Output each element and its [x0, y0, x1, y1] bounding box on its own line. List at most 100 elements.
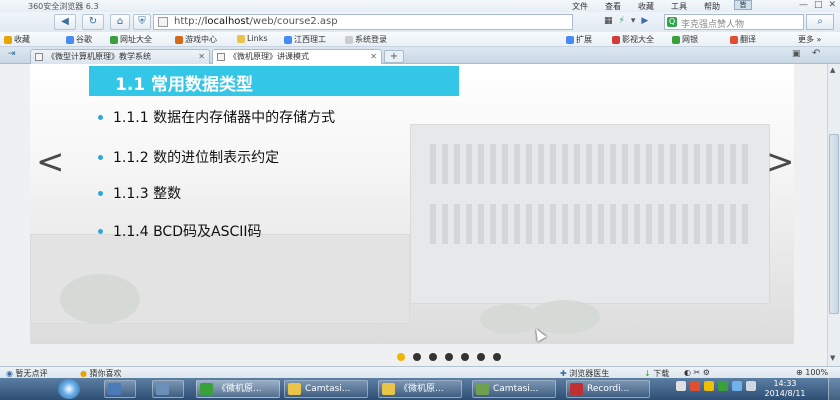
- slide-item-3[interactable]: 1.1.3 整数: [98, 183, 181, 203]
- taskbar-item-folder[interactable]: 《微机原...: [378, 380, 462, 398]
- heart-icon: ●: [80, 369, 87, 378]
- speed-mode-icon[interactable]: ⚡: [619, 16, 625, 26]
- tray-icon[interactable]: [676, 381, 686, 391]
- tab-lecture-mode[interactable]: 《微机原理》讲课模式 ✕: [212, 49, 382, 64]
- search-input[interactable]: Q 李克强点赞人物: [664, 14, 804, 30]
- vertical-scrollbar[interactable]: ▲ ▼: [827, 64, 840, 366]
- navigation-toolbar: ◀ ↻ ⌂ ⛨ http://localhost/web/course2.asp…: [0, 12, 840, 32]
- slide-item-4[interactable]: 1.1.4 BCD码及ASCII码: [98, 221, 261, 241]
- tab-teaching-system[interactable]: 《微型计算机原理》教学系统 ✕: [30, 49, 210, 64]
- bookmark-label: Links: [247, 34, 268, 43]
- bookmark-bank[interactable]: 网银: [672, 34, 698, 45]
- settings-icon[interactable]: ⚙: [703, 368, 710, 377]
- bookmark-jxust[interactable]: 江西理工: [284, 34, 326, 45]
- slide-dot[interactable]: [429, 353, 437, 361]
- back-arrow-icon: ◀: [61, 16, 69, 27]
- url-text: http://localhost/web/course2.asp: [174, 16, 338, 27]
- tray-icon[interactable]: [704, 381, 714, 391]
- scroll-up-icon[interactable]: ▲: [830, 66, 835, 74]
- bookmark-extensions[interactable]: 扩展: [566, 34, 592, 45]
- skin-button[interactable]: 皆: [734, 0, 752, 10]
- show-desktop-button[interactable]: [828, 378, 840, 400]
- menu-view[interactable]: 查看: [605, 1, 621, 12]
- search-button[interactable]: ⌕: [806, 14, 834, 30]
- restore-tabs-icon[interactable]: ▣: [792, 49, 801, 59]
- close-window-button[interactable]: ✕: [828, 0, 836, 10]
- new-tab-button[interactable]: +: [384, 50, 404, 63]
- zoom-level[interactable]: ⊕ 100%: [796, 368, 828, 377]
- system-tray: [676, 381, 756, 391]
- minimize-button[interactable]: —: [799, 0, 808, 10]
- star-icon: [4, 35, 12, 44]
- taskbar-item-browser[interactable]: 《微机原...: [196, 380, 280, 398]
- sidebar-toggle-icon[interactable]: ⇥: [8, 49, 16, 59]
- bookmark-login[interactable]: 系统登录: [345, 34, 387, 45]
- sound-icon[interactable]: ◐: [684, 368, 691, 377]
- slide-dot[interactable]: [493, 353, 501, 361]
- close-tab-icon[interactable]: ✕: [198, 50, 205, 63]
- taskbar-item[interactable]: [104, 380, 136, 398]
- slide-item-2[interactable]: 1.1.2 数的进位制表示约定: [98, 147, 279, 167]
- security-button[interactable]: ⛨: [133, 14, 151, 30]
- menu-tools[interactable]: 工具: [671, 1, 687, 12]
- network-icon[interactable]: [732, 381, 742, 391]
- bookmark-label: 网址大全: [120, 35, 152, 44]
- prev-slide-button[interactable]: <: [36, 142, 65, 182]
- chat-icon: ◉: [6, 369, 13, 378]
- shield-icon: ⛨: [138, 16, 146, 27]
- home-button[interactable]: ⌂: [110, 14, 130, 30]
- menu-file[interactable]: 文件: [572, 1, 588, 12]
- record-icon: [570, 383, 583, 395]
- bookmark-translate[interactable]: 翻译: [730, 34, 756, 45]
- forward-icon[interactable]: ▶: [641, 16, 648, 26]
- address-bar[interactable]: http://localhost/web/course2.asp: [153, 14, 573, 30]
- extension-icon: [566, 35, 574, 44]
- compat-mode-icon[interactable]: ▦: [604, 16, 613, 26]
- bookmark-url-nav[interactable]: 网址大全: [110, 34, 152, 45]
- taskbar-item[interactable]: [152, 380, 184, 398]
- bookmark-video[interactable]: 影视大全: [612, 34, 654, 45]
- undo-close-icon[interactable]: ↶: [812, 48, 820, 59]
- slide-dot[interactable]: [397, 353, 405, 361]
- screenshot-icon[interactable]: ✂: [694, 368, 701, 377]
- doctor-icon: ✚: [560, 369, 567, 378]
- slide-dot[interactable]: [461, 353, 469, 361]
- taskbar-item-recording[interactable]: Recordi...: [566, 380, 650, 398]
- taskbar-item-camtasia-studio[interactable]: Camtasi...: [472, 380, 556, 398]
- start-button[interactable]: [58, 379, 80, 399]
- bookmark-label: 影视大全: [622, 35, 654, 44]
- slide-dot[interactable]: [445, 353, 453, 361]
- menu-favorites[interactable]: 收藏: [638, 1, 654, 12]
- status-label: 下载: [653, 369, 670, 378]
- bookmark-games[interactable]: 游戏中心: [175, 34, 217, 45]
- tray-icon[interactable]: [690, 381, 700, 391]
- clock[interactable]: 14:33 2014/8/11: [762, 379, 808, 399]
- bookmark-more[interactable]: 更多 »: [798, 34, 821, 45]
- bank-icon: [672, 35, 680, 44]
- home-icon: ⌂: [116, 16, 124, 27]
- volume-icon[interactable]: [746, 381, 756, 391]
- slide-item-label: 1.1.1 数据在内存储器中的存储方式: [113, 110, 336, 126]
- menu-help[interactable]: 帮助: [704, 1, 720, 12]
- next-slide-button[interactable]: >: [766, 142, 795, 182]
- scroll-down-icon[interactable]: ▼: [830, 354, 835, 362]
- tray-icon[interactable]: [718, 381, 728, 391]
- slide-dot[interactable]: [477, 353, 485, 361]
- close-tab-icon[interactable]: ✕: [370, 50, 377, 63]
- scrollbar-thumb[interactable]: [829, 134, 839, 314]
- page-icon: [217, 53, 225, 61]
- bookmark-google[interactable]: 谷歌: [66, 34, 92, 45]
- bookmark-links[interactable]: Links: [237, 34, 268, 43]
- tab-label: 《微机原理》讲课模式: [229, 52, 309, 61]
- bookmark-favorites[interactable]: 收藏: [4, 34, 30, 45]
- back-button[interactable]: ◀: [54, 14, 76, 30]
- background-windows: [430, 144, 750, 184]
- taskbar-item-camtasia[interactable]: Camtasi...: [284, 380, 368, 398]
- refresh-button[interactable]: ↻: [82, 14, 104, 30]
- search-engine-icon[interactable]: Q: [667, 17, 677, 27]
- maximize-button[interactable]: □: [814, 0, 823, 10]
- slide-item-1[interactable]: 1.1.1 数据在内存储器中的存储方式: [98, 107, 335, 127]
- slide-dot[interactable]: [413, 353, 421, 361]
- page-icon: [284, 35, 292, 44]
- dropdown-icon[interactable]: ▾: [631, 16, 636, 26]
